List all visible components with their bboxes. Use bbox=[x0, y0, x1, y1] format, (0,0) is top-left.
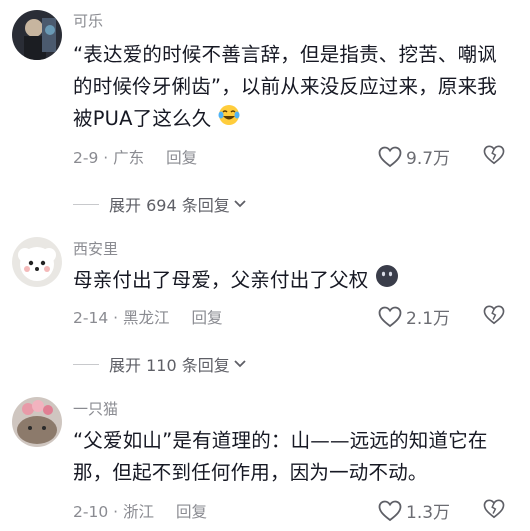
comment-text: 母亲付出了母爱，父亲付出了父权 bbox=[73, 264, 505, 298]
expand-replies-label: 展开 694 条回复 bbox=[109, 196, 230, 215]
broken-heart-icon bbox=[483, 499, 505, 519]
avatar-image bbox=[12, 237, 62, 287]
chevron-down-icon bbox=[234, 360, 246, 368]
comment-meta: 2-14 · 黑龙江 回复 bbox=[73, 306, 222, 328]
comment-meta: 2-10 · 浙江 回复 bbox=[73, 500, 207, 522]
dislike-button[interactable] bbox=[483, 499, 505, 523]
comment-meta: 2-9 · 广东 回复 bbox=[73, 146, 197, 168]
reply-button[interactable]: 回复 bbox=[166, 146, 197, 168]
avatar-image bbox=[12, 10, 62, 60]
comment-text: “表达爱的时候不善言辞，但是指责、挖苦、嘲讽的时候伶牙俐齿”，以前从来没反应过来… bbox=[73, 39, 505, 136]
like-button[interactable]: 2.1万 bbox=[378, 304, 450, 329]
broken-heart-icon bbox=[483, 305, 505, 325]
like-button[interactable]: 9.7万 bbox=[378, 144, 450, 169]
comment-text: “父爱如山”是有道理的：山——远远的知道它在那，但起不到任何作用，因为一动不动。 bbox=[73, 425, 505, 489]
like-count: 2.1万 bbox=[406, 309, 451, 329]
avatar[interactable] bbox=[12, 10, 62, 60]
avatar[interactable] bbox=[12, 237, 62, 287]
date-location: 2-14 · 黑龙江 bbox=[73, 309, 170, 327]
date-location: 2-9 · 广东 bbox=[73, 149, 145, 167]
comment-text-content: “父爱如山”是有道理的：山——远远的知道它在那，但起不到任何作用，因为一动不动。 bbox=[73, 429, 488, 484]
heart-icon bbox=[378, 306, 402, 327]
avatar[interactable] bbox=[12, 397, 62, 447]
expand-replies-button[interactable]: 展开 110 条回复 bbox=[73, 352, 247, 376]
expand-replies-button[interactable]: 展开 694 条回复 bbox=[73, 192, 247, 216]
divider-line bbox=[73, 363, 99, 365]
reply-button[interactable]: 回复 bbox=[176, 500, 207, 522]
comment-text-content: “表达爱的时候不善言辞，但是指责、挖苦、嘲讽的时候伶牙俐齿”，以前从来没反应过来… bbox=[73, 43, 498, 130]
avatar-image bbox=[12, 397, 62, 447]
username[interactable]: 可乐 bbox=[73, 10, 103, 31]
date-location: 2-10 · 浙江 bbox=[73, 503, 154, 521]
dislike-button[interactable] bbox=[483, 305, 505, 329]
username[interactable]: 西安里 bbox=[73, 238, 118, 259]
like-count: 1.3万 bbox=[406, 503, 451, 523]
divider-line bbox=[73, 203, 99, 205]
dark-face-emoji-icon bbox=[375, 264, 399, 298]
comment-text-content: 母亲付出了母爱，父亲付出了父权 bbox=[73, 268, 369, 292]
broken-heart-icon bbox=[483, 145, 505, 165]
expand-replies-label: 展开 110 条回复 bbox=[109, 356, 230, 375]
dislike-button[interactable] bbox=[483, 145, 505, 169]
reply-button[interactable]: 回复 bbox=[191, 306, 222, 328]
like-button[interactable]: 1.3万 bbox=[378, 498, 450, 523]
laughing-tears-emoji-icon bbox=[218, 104, 240, 136]
chevron-down-icon bbox=[234, 200, 246, 208]
heart-icon bbox=[378, 146, 402, 167]
username[interactable]: 一只猫 bbox=[73, 398, 118, 419]
heart-icon bbox=[378, 500, 402, 521]
like-count: 9.7万 bbox=[406, 149, 451, 169]
